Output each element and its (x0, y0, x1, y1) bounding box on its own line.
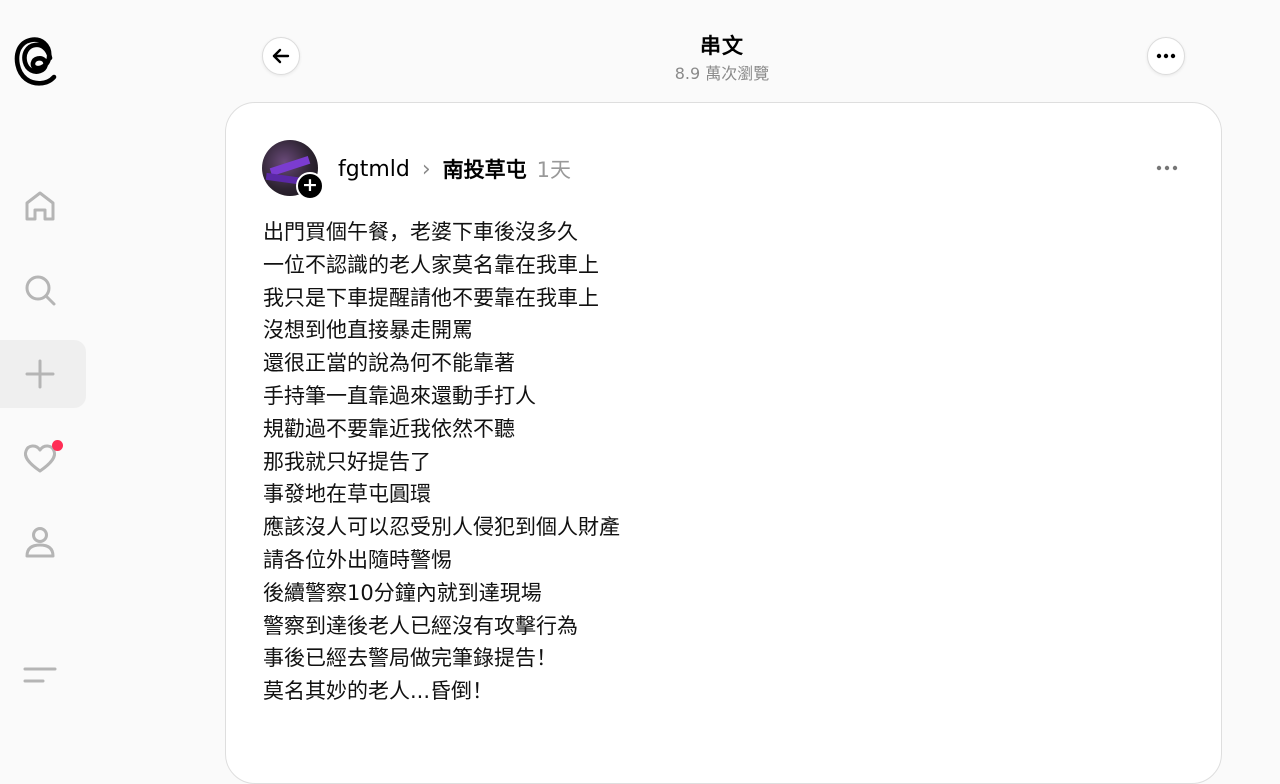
post-text-line: 沒想到他直接暴走開罵 (263, 318, 473, 343)
post-text-line: 出門買個午餐，老婆下車後沒多久 (263, 220, 578, 244)
follow-button[interactable]: + (296, 172, 324, 200)
nav-home[interactable] (0, 172, 86, 240)
post-header: fgtmld › 南投草屯 1天 (338, 154, 571, 184)
notification-dot (52, 440, 63, 451)
post-text-line: 事發地在草屯圓環 (263, 482, 431, 507)
post-text-line: 手持筆一直靠過來還動手打人 (263, 383, 536, 408)
post-text-line: 事後已經去警局做完筆錄提告！ (263, 646, 557, 671)
more-options-button[interactable] (1147, 37, 1185, 75)
post-text-line: 請各位外出隨時警惕 (263, 547, 452, 572)
post-time: 1天 (536, 158, 572, 182)
home-icon (25, 191, 55, 221)
post-text-line: 莫名其妙的老人...昏倒！ (263, 679, 494, 704)
post-text-line: 規勸過不要靠近我依然不聽 (263, 416, 515, 441)
chevron-right-icon: › (421, 156, 431, 182)
post-text-line: 後續警察10分鐘內就到達現場 (263, 580, 542, 605)
topic-tag[interactable]: 南投草屯 (443, 154, 527, 184)
menu-icon (23, 667, 57, 683)
search-icon (25, 275, 56, 306)
page-title: 串文 (700, 34, 744, 58)
nav-create[interactable] (0, 340, 86, 408)
post-more-button[interactable] (1154, 158, 1182, 178)
nav-search[interactable] (0, 256, 86, 324)
post-text-line: 警察到達後老人已經沒有攻擊行為 (263, 613, 578, 638)
more-dots-icon (1156, 165, 1178, 171)
post-text-line: 應該沒人可以忍受別人侵犯到個人財產 (263, 515, 620, 540)
post-text-line: 我只是下車提醒請他不要靠在我車上 (263, 285, 599, 310)
sidebar (0, 0, 86, 720)
more-dots-icon (1156, 53, 1176, 59)
nav-activity[interactable] (0, 424, 86, 492)
nav-profile[interactable] (0, 508, 86, 576)
post-text-line: 還很正當的說為何不能靠著 (263, 351, 515, 376)
profile-icon (25, 527, 55, 558)
nav-menu[interactable] (0, 642, 86, 710)
post-text-line: 一位不認識的老人家莫名靠在我車上 (263, 252, 599, 277)
post-body: 出門買個午餐，老婆下車後沒多久 一位不認識的老人家莫名靠在我車上 我只是下車提醒… (263, 216, 963, 708)
view-count: 8.9 萬次瀏覽 (674, 64, 770, 83)
username[interactable]: fgtmld (338, 157, 410, 182)
plus-icon (25, 359, 55, 389)
post-text-line: 那我就只好提告了 (263, 449, 431, 474)
